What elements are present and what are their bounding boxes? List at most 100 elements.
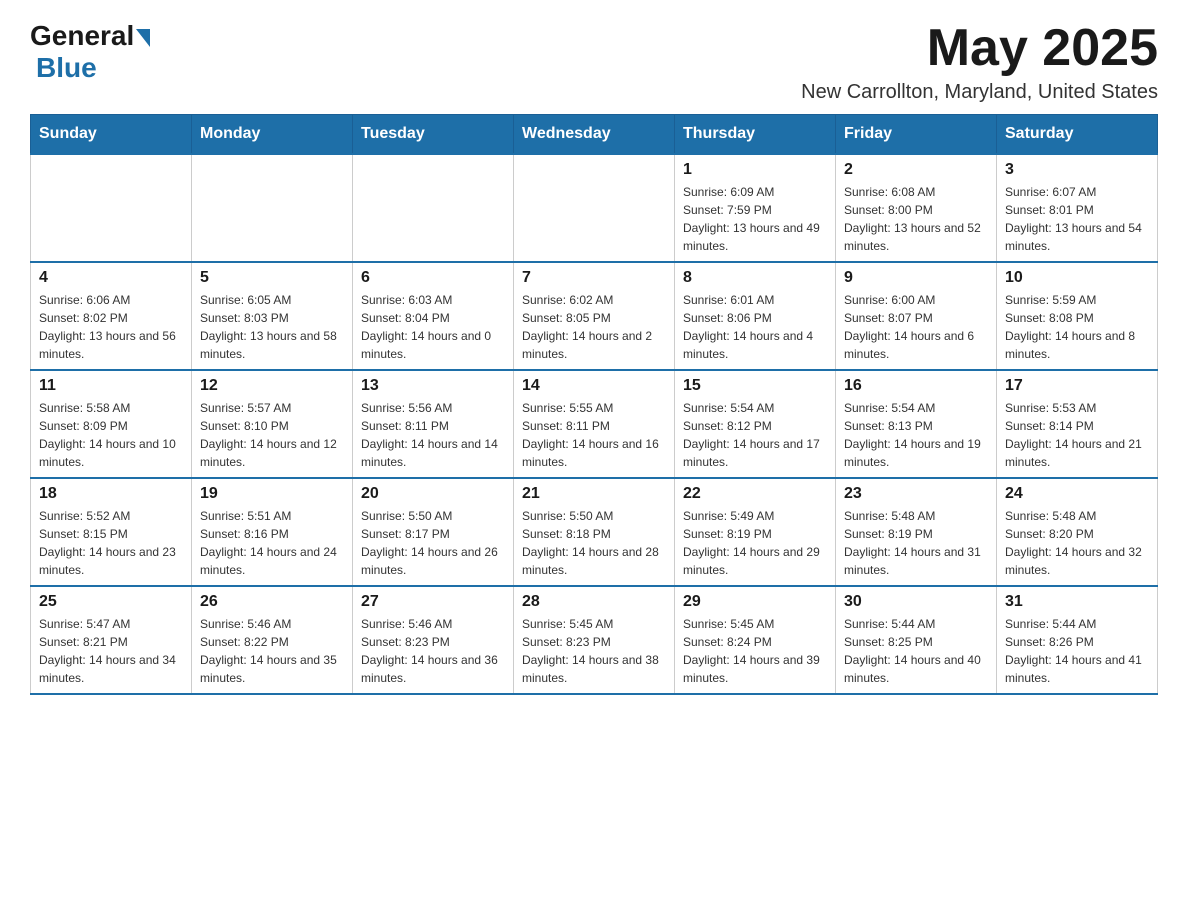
calendar-cell: 29Sunrise: 5:45 AMSunset: 8:24 PMDayligh… [675,586,836,694]
calendar-cell: 12Sunrise: 5:57 AMSunset: 8:10 PMDayligh… [192,370,353,478]
day-info: Sunrise: 5:47 AMSunset: 8:21 PMDaylight:… [39,615,183,687]
day-info: Sunrise: 5:44 AMSunset: 8:25 PMDaylight:… [844,615,988,687]
calendar-cell: 3 Sunrise: 6:07 AMSunset: 8:01 PMDaylight… [997,154,1158,262]
calendar-cell: 25 Sunrise: 5:47 AMSunset: 8:21 PMDayligh… [31,586,192,694]
calendar-cell: 28Sunrise: 5:45 AMSunset: 8:23 PMDayligh… [514,586,675,694]
day-number: 18 [39,485,183,503]
weekday-header-friday: Friday [836,115,997,155]
day-number: 20 [361,485,505,503]
day-info: Sunrise: 5:48 AMSunset: 8:20 PMDaylight:… [1005,507,1149,579]
calendar-cell: 9 Sunrise: 6:00 AMSunset: 8:07 PMDaylight… [836,262,997,370]
calendar-cell: 14 Sunrise: 5:55 AMSunset: 8:11 PMDayligh… [514,370,675,478]
calendar-cell: 2 Sunrise: 6:08 AMSunset: 8:00 PMDaylight… [836,154,997,262]
day-info: Sunrise: 5:46 AMSunset: 8:23 PMDaylight:… [361,615,505,687]
calendar-cell: 21Sunrise: 5:50 AMSunset: 8:18 PMDayligh… [514,478,675,586]
day-number: 3 [1005,161,1149,179]
day-number: 4 [39,269,183,287]
day-info: Sunrise: 6:03 AMSunset: 8:04 PMDaylight:… [361,291,505,363]
day-info: Sunrise: 6:01 AMSunset: 8:06 PMDaylight:… [683,291,827,363]
month-title: May 2025 [801,20,1158,77]
day-number: 31 [1005,593,1149,611]
day-number: 24 [1005,485,1149,503]
day-info: Sunrise: 5:58 AMSunset: 8:09 PMDaylight:… [39,399,183,471]
calendar-cell: 26 Sunrise: 5:46 AMSunset: 8:22 PMDayligh… [192,586,353,694]
calendar-week-3: 11 Sunrise: 5:58 AMSunset: 8:09 PMDayligh… [31,370,1158,478]
day-number: 22 [683,485,827,503]
calendar-week-1: 1 Sunrise: 6:09 AMSunset: 7:59 PMDaylight… [31,154,1158,262]
calendar-cell: 5 Sunrise: 6:05 AMSunset: 8:03 PMDaylight… [192,262,353,370]
calendar-cell: 23 Sunrise: 5:48 AMSunset: 8:19 PMDayligh… [836,478,997,586]
day-info: Sunrise: 6:06 AMSunset: 8:02 PMDaylight:… [39,291,183,363]
calendar-cell [353,154,514,262]
calendar-cell: 1 Sunrise: 6:09 AMSunset: 7:59 PMDaylight… [675,154,836,262]
calendar-week-2: 4 Sunrise: 6:06 AMSunset: 8:02 PMDaylight… [31,262,1158,370]
calendar-cell: 20 Sunrise: 5:50 AMSunset: 8:17 PMDayligh… [353,478,514,586]
day-info: Sunrise: 6:02 AMSunset: 8:05 PMDaylight:… [522,291,666,363]
day-info: Sunrise: 6:07 AMSunset: 8:01 PMDaylight:… [1005,183,1149,255]
day-number: 10 [1005,269,1149,287]
day-info: Sunrise: 6:09 AMSunset: 7:59 PMDaylight:… [683,183,827,255]
day-info: Sunrise: 5:56 AMSunset: 8:11 PMDaylight:… [361,399,505,471]
calendar-cell: 16 Sunrise: 5:54 AMSunset: 8:13 PMDayligh… [836,370,997,478]
day-number: 16 [844,377,988,395]
location-text: New Carrollton, Maryland, United States [801,81,1158,104]
weekday-header-saturday: Saturday [997,115,1158,155]
weekday-header-tuesday: Tuesday [353,115,514,155]
calendar-cell: 30 Sunrise: 5:44 AMSunset: 8:25 PMDayligh… [836,586,997,694]
day-number: 15 [683,377,827,395]
logo-blue-text: Blue [36,52,97,84]
day-info: Sunrise: 5:54 AMSunset: 8:12 PMDaylight:… [683,399,827,471]
calendar-cell: 24 Sunrise: 5:48 AMSunset: 8:20 PMDayligh… [997,478,1158,586]
calendar-cell: 22 Sunrise: 5:49 AMSunset: 8:19 PMDayligh… [675,478,836,586]
day-info: Sunrise: 5:48 AMSunset: 8:19 PMDaylight:… [844,507,988,579]
page-header: General Blue May 2025 New Carrollton, Ma… [30,20,1158,104]
day-number: 17 [1005,377,1149,395]
day-number: 23 [844,485,988,503]
day-number: 30 [844,593,988,611]
day-number: 19 [200,485,344,503]
day-number: 1 [683,161,827,179]
day-info: Sunrise: 5:55 AMSunset: 8:11 PMDaylight:… [522,399,666,471]
day-info: Sunrise: 5:54 AMSunset: 8:13 PMDaylight:… [844,399,988,471]
day-number: 2 [844,161,988,179]
day-number: 5 [200,269,344,287]
day-info: Sunrise: 5:59 AMSunset: 8:08 PMDaylight:… [1005,291,1149,363]
day-number: 25 [39,593,183,611]
logo-arrow-icon [136,29,150,47]
calendar-cell: 19 Sunrise: 5:51 AMSunset: 8:16 PMDayligh… [192,478,353,586]
day-info: Sunrise: 5:46 AMSunset: 8:22 PMDaylight:… [200,615,344,687]
day-number: 9 [844,269,988,287]
calendar-cell: 6 Sunrise: 6:03 AMSunset: 8:04 PMDaylight… [353,262,514,370]
calendar-cell: 31Sunrise: 5:44 AMSunset: 8:26 PMDayligh… [997,586,1158,694]
day-info: Sunrise: 6:05 AMSunset: 8:03 PMDaylight:… [200,291,344,363]
day-info: Sunrise: 5:49 AMSunset: 8:19 PMDaylight:… [683,507,827,579]
calendar-cell: 13 Sunrise: 5:56 AMSunset: 8:11 PMDayligh… [353,370,514,478]
day-info: Sunrise: 5:52 AMSunset: 8:15 PMDaylight:… [39,507,183,579]
weekday-header-row: SundayMondayTuesdayWednesdayThursdayFrid… [31,115,1158,155]
calendar-cell: 18 Sunrise: 5:52 AMSunset: 8:15 PMDayligh… [31,478,192,586]
day-number: 11 [39,377,183,395]
day-number: 21 [522,485,666,503]
title-section: May 2025 New Carrollton, Maryland, Unite… [801,20,1158,104]
day-info: Sunrise: 5:51 AMSunset: 8:16 PMDaylight:… [200,507,344,579]
logo: General Blue [30,20,150,84]
day-number: 6 [361,269,505,287]
day-info: Sunrise: 5:50 AMSunset: 8:17 PMDaylight:… [361,507,505,579]
day-info: Sunrise: 5:45 AMSunset: 8:24 PMDaylight:… [683,615,827,687]
calendar-cell [31,154,192,262]
weekday-header-monday: Monday [192,115,353,155]
calendar-cell: 27 Sunrise: 5:46 AMSunset: 8:23 PMDayligh… [353,586,514,694]
day-number: 13 [361,377,505,395]
day-number: 27 [361,593,505,611]
day-number: 26 [200,593,344,611]
day-info: Sunrise: 6:08 AMSunset: 8:00 PMDaylight:… [844,183,988,255]
day-info: Sunrise: 5:53 AMSunset: 8:14 PMDaylight:… [1005,399,1149,471]
calendar-week-5: 25 Sunrise: 5:47 AMSunset: 8:21 PMDayligh… [31,586,1158,694]
calendar-cell: 4 Sunrise: 6:06 AMSunset: 8:02 PMDaylight… [31,262,192,370]
logo-general-text: General [30,20,134,52]
calendar-week-4: 18 Sunrise: 5:52 AMSunset: 8:15 PMDayligh… [31,478,1158,586]
day-number: 7 [522,269,666,287]
day-number: 14 [522,377,666,395]
day-info: Sunrise: 6:00 AMSunset: 8:07 PMDaylight:… [844,291,988,363]
day-info: Sunrise: 5:57 AMSunset: 8:10 PMDaylight:… [200,399,344,471]
